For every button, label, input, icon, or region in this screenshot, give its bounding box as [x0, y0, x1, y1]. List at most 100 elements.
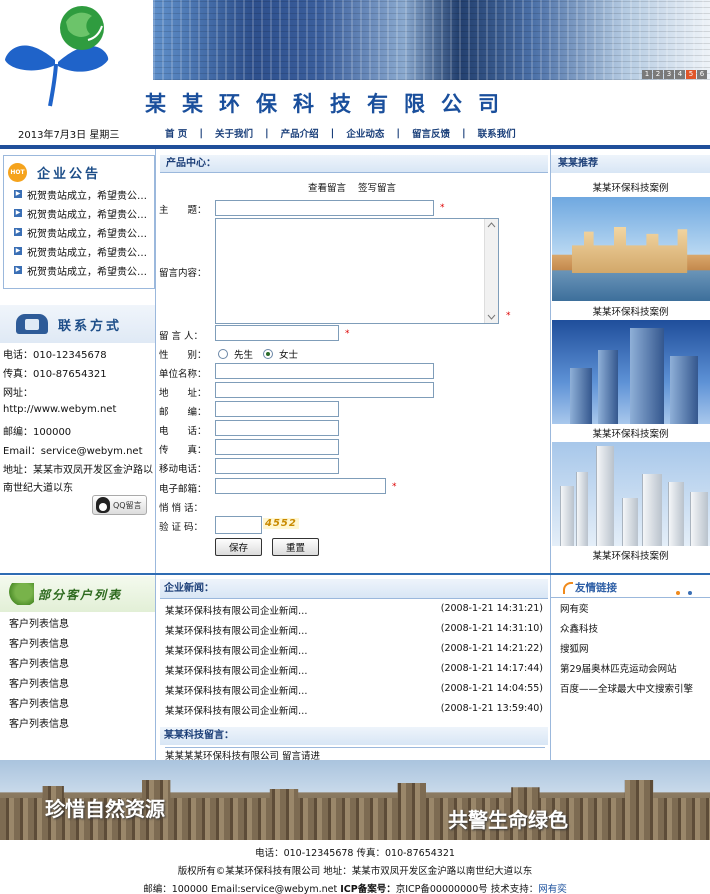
name-input[interactable]	[215, 325, 339, 341]
phone-input[interactable]	[215, 420, 339, 436]
pager-button[interactable]: 1	[642, 70, 652, 79]
news-row[interactable]: 某某环保科技有限公司企业新闻… (2008-1-21 13:59:40)	[165, 703, 543, 717]
captcha-image[interactable]: 4552	[263, 518, 299, 529]
notice-item[interactable]: ▶ 祝贺贵站成立，希望贵公…	[14, 225, 154, 239]
nav-news[interactable]: 企业动态	[334, 126, 396, 140]
nav-home[interactable]: 首 页	[153, 126, 199, 140]
news-title[interactable]: 某某环保科技有限公司企业新闻…	[165, 663, 308, 677]
address-input[interactable]	[215, 382, 434, 398]
company-label: 单位名称：	[159, 369, 207, 380]
contact-fax: 传真：010-87654321	[3, 369, 107, 380]
nav-about[interactable]: 关于我们	[203, 126, 265, 140]
client-list-item[interactable]: 客户列表信息	[9, 615, 69, 630]
friend-link[interactable]: 网有奕	[560, 601, 589, 615]
pager-button[interactable]: 6	[697, 70, 707, 79]
client-list-item[interactable]: 客户列表信息	[9, 715, 69, 730]
pager-button[interactable]: 4	[675, 70, 685, 79]
scroll-arrows-icon	[487, 222, 496, 320]
product-center-heading: 产品中心：	[160, 155, 548, 173]
contact-title: 联系方式	[58, 318, 123, 334]
pager-button[interactable]: 3	[664, 70, 674, 79]
friend-links-header: 友情链接	[551, 578, 710, 598]
notice-item[interactable]: ▶ 祝贺贵站成立，希望贵公…	[14, 187, 154, 201]
mobile-input[interactable]	[215, 458, 339, 474]
notice-item-text: 祝贺贵站成立，希望贵公…	[27, 228, 147, 240]
swirl-icon	[563, 581, 573, 594]
email-input[interactable]	[215, 478, 386, 494]
news-row[interactable]: 某某环保科技有限公司企业新闻… (2008-1-21 14:04:55)	[165, 683, 543, 697]
contact-header: 联系方式	[0, 305, 155, 343]
arrow-bullet-icon: ▶	[14, 266, 22, 274]
case-image-castle[interactable]	[552, 197, 710, 301]
gender-female-radio[interactable]	[263, 349, 274, 359]
postcode-input[interactable]	[215, 401, 339, 417]
news-title[interactable]: 某某环保科技有限公司企业新闻…	[165, 683, 308, 697]
guestbook-heading: 某某科技留言：	[160, 727, 548, 745]
contact-address-line1: 地址：某某市双凤开发区金沪路以	[3, 465, 153, 476]
footer-icp-value: 京ICP备00000000号	[395, 884, 488, 894]
notice-header: HOT 企业公告	[8, 161, 101, 183]
reset-button[interactable]: 重置	[272, 538, 319, 556]
case-caption[interactable]: 某某环保科技案例	[551, 426, 710, 440]
contact-postcode: 邮编：100000	[3, 427, 72, 438]
case-image-towers[interactable]	[552, 442, 710, 546]
news-title[interactable]: 某某环保科技有限公司企业新闻…	[165, 603, 308, 617]
footer-slogan-right: 共警生命绿色	[448, 808, 568, 832]
save-button[interactable]: 保存	[215, 538, 262, 556]
news-title[interactable]: 某某环保科技有限公司企业新闻…	[165, 643, 308, 657]
friend-link[interactable]: 众鑫科技	[560, 621, 598, 635]
news-row[interactable]: 某某环保科技有限公司企业新闻… (2008-1-21 14:31:21)	[165, 603, 543, 617]
textarea-scrollbar[interactable]	[484, 219, 498, 323]
news-title[interactable]: 某某环保科技有限公司企业新闻…	[165, 703, 308, 717]
contact-email[interactable]: Email：service@webym.net	[3, 442, 143, 457]
case-caption[interactable]: 某某环保科技案例	[551, 304, 710, 318]
friend-link[interactable]: 第29届奥林匹克运动会网站	[560, 661, 677, 675]
date-text: 2013年7月3日 星期三	[18, 130, 120, 141]
company-title: 某某环保科技有限公司	[145, 91, 515, 116]
view-messages-link[interactable]: 查看留言	[308, 180, 346, 194]
news-row[interactable]: 某某环保科技有限公司企业新闻… (2008-1-21 14:31:10)	[165, 623, 543, 637]
notice-item[interactable]: ▶ 祝贺贵站成立，希望贵公…	[14, 206, 154, 220]
gender-male-radio[interactable]	[218, 349, 228, 359]
captcha-input[interactable]	[215, 516, 262, 534]
arrow-bullet-icon: ▶	[14, 190, 22, 198]
write-message-link[interactable]: 签写留言	[358, 180, 396, 194]
case-caption[interactable]: 某某环保科技案例	[551, 548, 710, 562]
content-textarea[interactable]	[215, 218, 499, 324]
news-row[interactable]: 某某环保科技有限公司企业新闻… (2008-1-21 14:17:44)	[165, 663, 543, 677]
client-list-item[interactable]: 客户列表信息	[9, 655, 69, 670]
content-label: 留言内容：	[159, 268, 207, 279]
required-mark: *	[440, 203, 445, 213]
case-image-skyscrapers[interactable]	[552, 320, 710, 424]
nav-products[interactable]: 产品介绍	[269, 126, 331, 140]
client-list-item[interactable]: 客户列表信息	[9, 635, 69, 650]
subject-input[interactable]	[215, 200, 434, 216]
pager-button[interactable]: 2	[653, 70, 663, 79]
fax-input[interactable]	[215, 439, 339, 455]
notice-item[interactable]: ▶ 祝贺贵站成立，希望贵公…	[14, 244, 154, 258]
case-caption[interactable]: 某某环保科技案例	[551, 180, 710, 194]
notice-item-text: 祝贺贵站成立，希望贵公…	[27, 247, 147, 259]
nav-contact[interactable]: 联系我们	[466, 126, 528, 140]
news-row[interactable]: 某某环保科技有限公司企业新闻… (2008-1-21 14:21:22)	[165, 643, 543, 657]
notice-item-text: 祝贺贵站成立，希望贵公…	[27, 266, 147, 278]
client-title: 部分客户列表	[38, 587, 123, 602]
news-title[interactable]: 某某环保科技有限公司企业新闻…	[165, 623, 308, 637]
company-input[interactable]	[215, 363, 434, 379]
subject-label: 主 题：	[159, 205, 207, 216]
friend-link[interactable]: 搜狐网	[560, 641, 589, 655]
footer-support-link[interactable]: 网有奕	[538, 884, 567, 894]
contact-phone: 电话：010-12345678	[3, 350, 107, 361]
arrow-bullet-icon: ▶	[14, 228, 22, 236]
qq-message-button[interactable]: QQ留言	[92, 495, 147, 515]
client-list-item[interactable]: 客户列表信息	[9, 675, 69, 690]
notice-item-text: 祝贺贵站成立，希望贵公…	[27, 209, 147, 221]
pager-button-active[interactable]: 5	[686, 70, 696, 79]
leaf-icon	[8, 583, 34, 605]
friend-link[interactable]: 百度——全球最大中文搜索引擎	[560, 681, 693, 695]
client-list-item[interactable]: 客户列表信息	[9, 695, 69, 710]
nav-feedback[interactable]: 留言反馈	[400, 126, 462, 140]
telephone-icon	[16, 314, 48, 334]
notice-item[interactable]: ▶ 祝贺贵站成立，希望贵公…	[14, 263, 154, 277]
contact-website[interactable]: http://www.webym.net	[3, 404, 116, 415]
